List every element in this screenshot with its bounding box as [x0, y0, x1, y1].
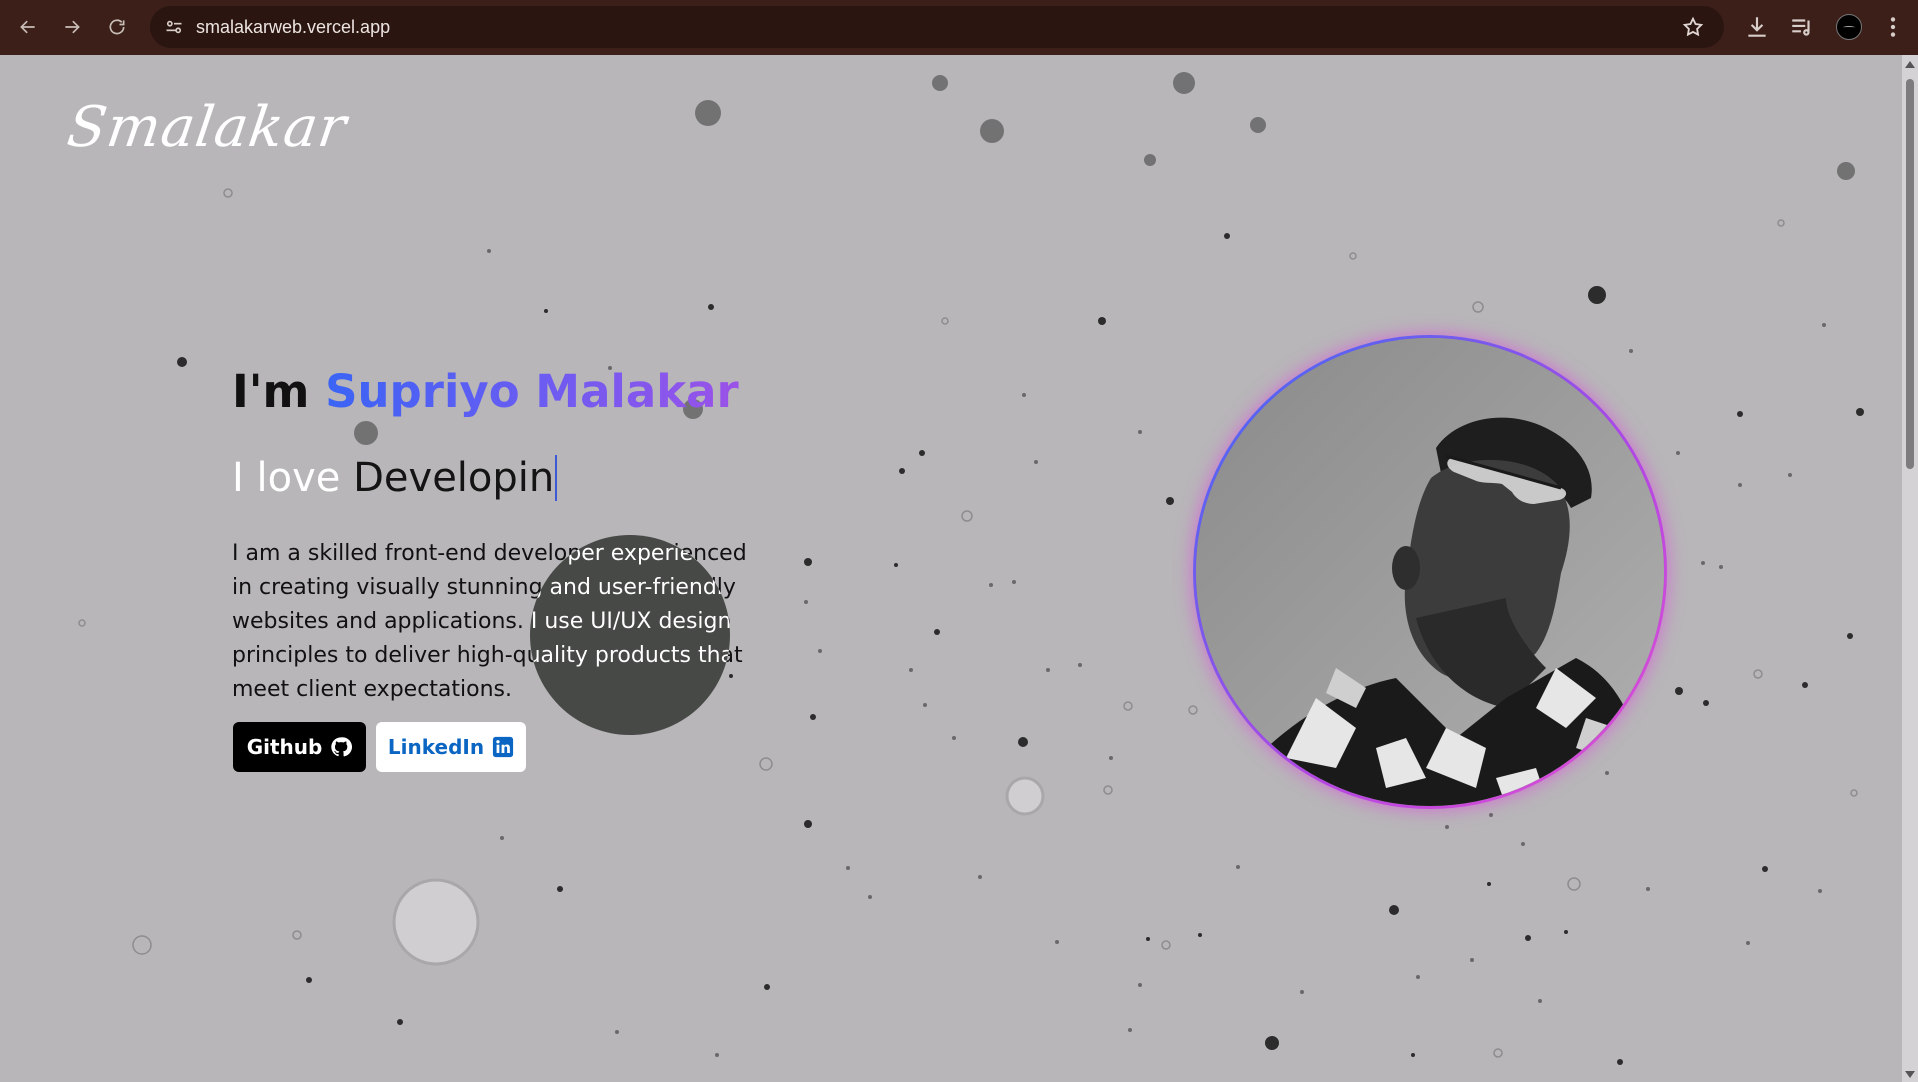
bookmark-star-icon[interactable] — [1682, 16, 1704, 38]
github-icon — [331, 737, 353, 757]
scroll-up-icon[interactable] — [1905, 61, 1915, 68]
reload-icon[interactable] — [103, 13, 131, 41]
hero-name: Supriyo Malakar — [325, 365, 739, 418]
hero-title: I'm Supriyo Malakar — [232, 365, 739, 418]
profile-photo-ring — [1193, 335, 1667, 809]
site-settings-icon[interactable] — [164, 17, 184, 37]
site-logo[interactable]: Smalakar — [63, 95, 350, 160]
scrollbar-thumb[interactable] — [1906, 79, 1914, 469]
page-viewport: Smalakar I'm Supriyo Malakar I love Deve… — [0, 55, 1902, 1082]
linkedin-label: LinkedIn — [387, 735, 485, 759]
back-arrow-icon[interactable] — [14, 13, 42, 41]
profile-avatar[interactable] — [1836, 14, 1862, 40]
forward-arrow-icon[interactable] — [58, 13, 86, 41]
page-scrollbar[interactable] — [1902, 55, 1918, 1082]
profile-photo — [1196, 338, 1664, 806]
menu-dots-icon[interactable] — [1880, 14, 1906, 40]
linkedin-icon — [492, 736, 514, 758]
url-text[interactable]: smalakarweb.vercel.app — [196, 17, 390, 38]
download-icon[interactable] — [1744, 14, 1770, 40]
love-prefix: I love — [232, 455, 341, 501]
github-button[interactable]: Github — [233, 722, 366, 772]
hero-typewriter: I love Developin — [232, 455, 558, 501]
linkedin-button[interactable]: LinkedIn — [376, 722, 526, 772]
typed-text: Developin — [353, 455, 558, 501]
scroll-down-icon[interactable] — [1905, 1071, 1915, 1078]
hero-greeting: I'm — [232, 365, 310, 418]
browser-toolbar: smalakarweb.vercel.app — [0, 0, 1918, 55]
address-bar[interactable]: smalakarweb.vercel.app — [150, 6, 1724, 48]
media-playlist-icon[interactable] — [1789, 14, 1815, 40]
github-label: Github — [246, 735, 323, 759]
